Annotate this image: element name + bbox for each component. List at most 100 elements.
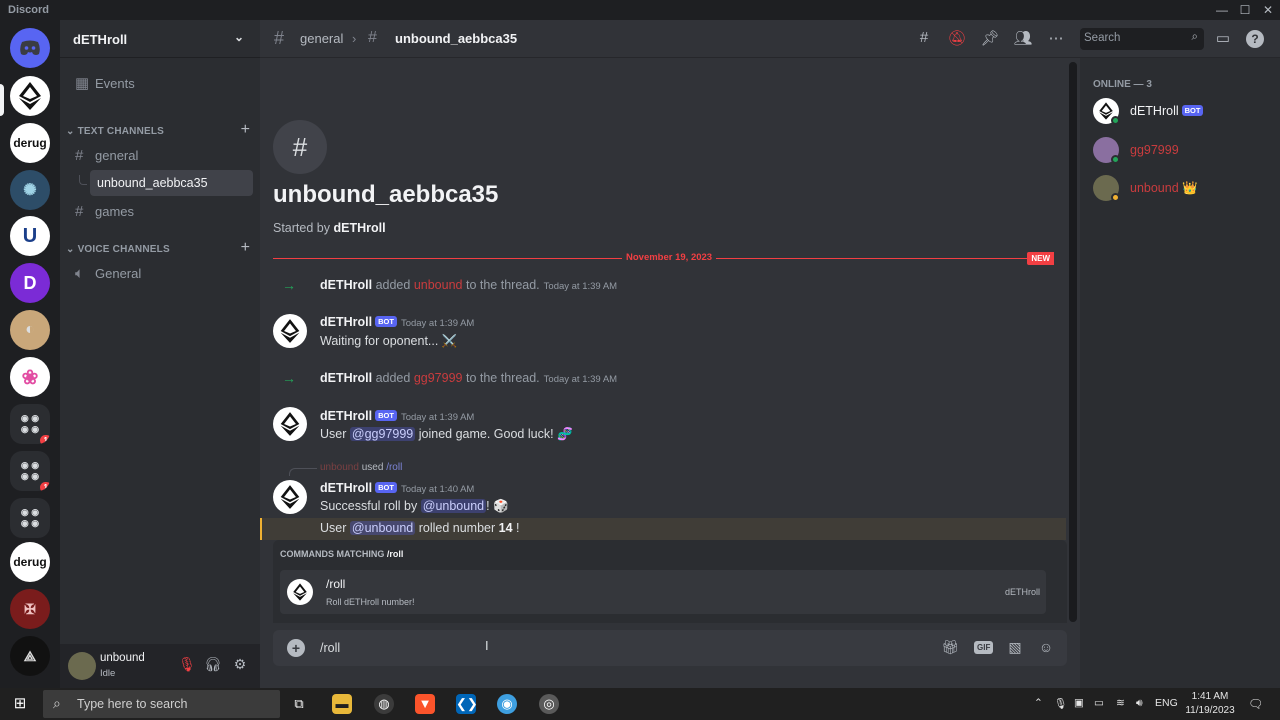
more-options-icon[interactable]: ⋯: [1046, 29, 1066, 49]
notifications-icon[interactable]: 🗨︎: [1248, 697, 1263, 711]
guild-dethroll[interactable]: [10, 76, 50, 116]
create-channel-icon[interactable]: +: [241, 121, 250, 139]
task-view-icon[interactable]: ⧉: [289, 694, 309, 714]
category-voice-channels[interactable]: ⌄ VOICE CHANNELS: [66, 244, 170, 255]
minimize-button[interactable]: —: [1212, 2, 1232, 18]
member-name: unbound 👑: [1130, 181, 1198, 195]
events-link[interactable]: ▦ Events: [68, 70, 253, 96]
taskbar-search[interactable]: ⌕ Type here to search: [43, 690, 280, 718]
thread-icon: #: [273, 120, 327, 174]
guild-server-9[interactable]: ⟁: [10, 636, 50, 676]
thread-unbound-aebbca35[interactable]: unbound_aebbca35: [90, 170, 253, 196]
gif-button[interactable]: GIF: [974, 641, 994, 654]
emoji-icon[interactable]: ☺: [1036, 639, 1056, 657]
online-status-icon: [1111, 155, 1120, 164]
breadcrumb-parent[interactable]: general: [300, 31, 343, 46]
reply-connector: [289, 468, 317, 476]
online-status-icon: [1111, 116, 1120, 125]
volume-icon[interactable]: 🔊︎: [1136, 697, 1143, 710]
gear-icon[interactable]: ⚙: [230, 656, 250, 676]
home-button[interactable]: [10, 28, 50, 68]
scrollbar-thumb[interactable]: [1069, 62, 1077, 622]
avatar[interactable]: [273, 480, 307, 514]
guild-server-8[interactable]: ✠: [10, 589, 50, 629]
member-name: gg97999: [1130, 143, 1179, 157]
headphones-icon[interactable]: 🎧︎: [203, 656, 223, 676]
hashtag-icon: #: [274, 28, 285, 48]
message-input[interactable]: /roll: [320, 641, 340, 655]
thread-connector: [79, 175, 87, 185]
channel-games[interactable]: # games: [68, 198, 253, 224]
mute-notifications-icon[interactable]: 🔕︎: [947, 29, 967, 49]
guild-server-6[interactable]: ◐: [10, 310, 50, 350]
file-explorer-icon[interactable]: ▬: [332, 694, 352, 714]
message-content: User @gg97999 joined game. Good luck! 🧬: [320, 427, 573, 441]
member-group-heading: ONLINE — 3: [1093, 79, 1152, 90]
create-channel-icon[interactable]: +: [241, 239, 250, 257]
search-input[interactable]: Search ⌕: [1080, 28, 1204, 50]
thread-title: unbound_aebbca35: [273, 181, 499, 208]
member-gg97999[interactable]: gg97999: [1093, 135, 1273, 165]
language-indicator[interactable]: ENG: [1155, 697, 1178, 709]
guild-derug-2[interactable]: derug: [10, 542, 50, 582]
guild-server-7[interactable]: ❀: [10, 357, 50, 397]
server-header[interactable]: dETHroll ⌄: [60, 20, 260, 58]
category-text-channels[interactable]: ⌄ TEXT CHANNELS: [66, 126, 164, 137]
join-arrow-icon: →: [282, 277, 296, 293]
avatar[interactable]: [68, 652, 96, 680]
user-mention[interactable]: @unbound: [420, 499, 487, 513]
search-icon: ⌕: [53, 695, 61, 711]
chrome-icon[interactable]: ◍: [374, 694, 394, 714]
ethereum-logo-icon: [293, 583, 307, 601]
member-list-icon[interactable]: 👥︎: [1013, 29, 1033, 49]
join-arrow-icon: →: [282, 370, 296, 386]
battery-icon[interactable]: ▭: [1094, 697, 1104, 709]
command-option-roll[interactable]: /roll Roll dETHroll number! dETHroll: [280, 570, 1046, 614]
voice-channel-general[interactable]: 🔈︎ General: [68, 260, 253, 286]
u-logo-icon: U: [22, 224, 38, 247]
guild-derug[interactable]: derug: [10, 123, 50, 163]
server-folder-3[interactable]: ◉ ◉ ◉ ◉: [10, 498, 50, 538]
wifi-icon[interactable]: ≋: [1116, 697, 1125, 709]
search-icon: ⌕: [1191, 31, 1198, 43]
gift-icon[interactable]: 🎁︎: [940, 639, 960, 657]
guild-server-4[interactable]: U: [10, 216, 50, 256]
member-unbound[interactable]: unbound 👑: [1093, 173, 1273, 203]
message-composer[interactable]: + /roll I 🎁︎ GIF ▧ ☺: [273, 630, 1067, 666]
avatar[interactable]: [273, 314, 307, 348]
close-button[interactable]: ✕: [1258, 2, 1278, 18]
maximize-button[interactable]: ☐: [1235, 2, 1255, 18]
camera-icon[interactable]: ▣: [1074, 697, 1084, 709]
guild-server-3[interactable]: ✺: [10, 170, 50, 210]
add-attachment-icon[interactable]: +: [287, 639, 305, 657]
clock[interactable]: 1:41 AM 11/19/2023: [1180, 690, 1240, 718]
user-mention[interactable]: @unbound: [349, 521, 416, 535]
app-icon-2[interactable]: ◎: [539, 694, 559, 714]
lattice-icon: ❀: [21, 366, 39, 389]
pin-icon[interactable]: 📌︎: [980, 29, 1000, 49]
channel-general[interactable]: # general: [68, 142, 253, 168]
user-mention[interactable]: @gg97999: [349, 427, 416, 441]
brave-icon[interactable]: ▼: [415, 694, 435, 714]
member-dethroll[interactable]: dETHroll BOT: [1093, 96, 1273, 126]
inbox-icon[interactable]: ▭: [1213, 29, 1233, 49]
mic-icon[interactable]: 🎙︎: [1054, 697, 1067, 710]
ethereum-logo-icon: [280, 319, 300, 343]
command-reply-reference[interactable]: unbound used /roll: [320, 462, 402, 473]
chevron-down-icon: ⌄: [66, 244, 78, 255]
sticker-icon[interactable]: ▧: [1005, 639, 1025, 657]
server-folder-2[interactable]: ◉ ◉ ◉ ◉ 1: [10, 451, 50, 491]
guild-server-5[interactable]: D: [10, 263, 50, 303]
threads-icon[interactable]: #: [914, 29, 934, 49]
chat-scrollbar[interactable]: [1069, 62, 1077, 622]
avatar[interactable]: [273, 407, 307, 441]
mute-microphone-icon[interactable]: 🎙︎: [177, 656, 197, 676]
text-cursor-icon: I: [485, 638, 489, 653]
server-folder-1[interactable]: ◉ ◉ ◉ ◉ 1: [10, 404, 50, 444]
app-icon[interactable]: ◉: [497, 694, 517, 714]
system-message: dETHroll added gg97999 to the thread. Tod…: [320, 371, 618, 385]
tray-chevron-icon[interactable]: ⌃: [1034, 697, 1043, 709]
help-icon[interactable]: ?: [1246, 30, 1264, 48]
vscode-icon[interactable]: ❮❯: [456, 694, 478, 714]
windows-start-icon[interactable]: ⊞: [10, 694, 30, 714]
